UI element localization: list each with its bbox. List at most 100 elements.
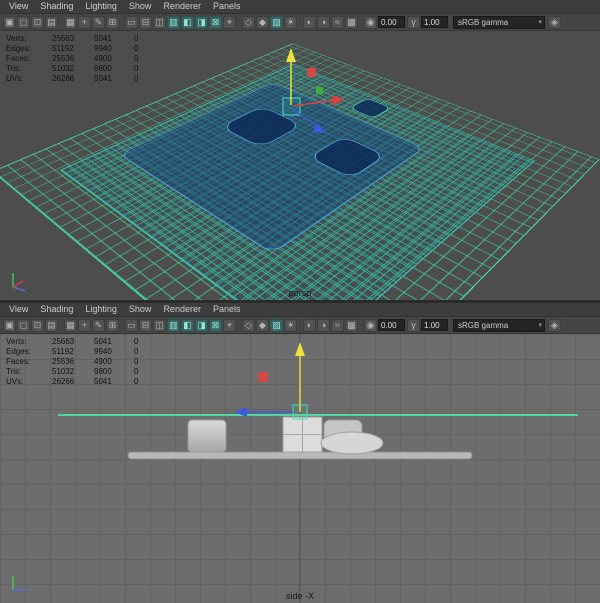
menu-shading[interactable]: Shading bbox=[34, 303, 79, 316]
menu-renderer[interactable]: Renderer bbox=[157, 303, 207, 316]
bookmarks-icon[interactable]: ▤ bbox=[45, 318, 58, 332]
move-manipulator[interactable] bbox=[234, 342, 308, 420]
exposure-input[interactable] bbox=[378, 16, 405, 28]
camera-attributes-icon[interactable]: ⊡ bbox=[31, 318, 44, 332]
green-plane-handle[interactable] bbox=[316, 87, 323, 94]
hud-total: 25536 bbox=[52, 54, 75, 63]
panel-side: View Shading Lighting Show Renderer Pane… bbox=[0, 300, 600, 603]
hud-label: Faces: bbox=[6, 357, 31, 366]
pan-zoom-2d-icon[interactable]: + bbox=[78, 15, 91, 29]
grid-toggle-icon[interactable]: ⊞ bbox=[106, 15, 119, 29]
frame-all-icon[interactable]: ⊠ bbox=[209, 15, 222, 29]
safe-title-icon[interactable]: ◨ bbox=[195, 15, 208, 29]
panel-toolbar: ▣ ◻ ⊡ ▤ ▦ + ✎ ⊞ ▭ ⊟ ◫ ▥ ◧ ◨ ⊠ ⌖ ◇ ◆ ▨ ☀ … bbox=[0, 14, 600, 31]
gate-mask-icon[interactable]: ◫ bbox=[153, 15, 166, 29]
shadows-icon[interactable]: ◐ bbox=[303, 15, 316, 29]
hud-other: 0 bbox=[134, 377, 139, 386]
hud-label: Verts: bbox=[6, 337, 27, 346]
y-axis-arrowhead[interactable] bbox=[295, 342, 305, 356]
color-management-icon[interactable]: ◈ bbox=[548, 318, 561, 332]
hud-selected: 9800 bbox=[94, 64, 112, 73]
hud-total: 51192 bbox=[52, 347, 74, 356]
poly-count-hud: Verts: 25663 5041 0 Edges: 51192 9940 0 Faces:… bbox=[6, 338, 150, 386]
safe-action-icon[interactable]: ◧ bbox=[181, 318, 194, 332]
y-axis-arrowhead[interactable] bbox=[286, 48, 296, 62]
motion-blur-icon[interactable]: ≈ bbox=[331, 318, 344, 332]
image-plane-icon[interactable]: ▦ bbox=[64, 15, 77, 29]
camera-attributes-icon[interactable]: ⊡ bbox=[31, 15, 44, 29]
camera-lock-icon[interactable]: ◻ bbox=[17, 15, 30, 29]
gate-mask-icon[interactable]: ◫ bbox=[153, 318, 166, 332]
exposure-icon[interactable]: ◉ bbox=[364, 318, 377, 332]
ambient-occlusion-icon[interactable]: ◑ bbox=[317, 15, 330, 29]
red-plane-handle[interactable] bbox=[307, 68, 316, 77]
ground-slab-object[interactable] bbox=[127, 451, 473, 460]
select-camera-icon[interactable]: ▣ bbox=[3, 318, 16, 332]
film-gate-icon[interactable]: ▭ bbox=[125, 15, 138, 29]
multisample-aa-icon[interactable]: ▩ bbox=[345, 15, 358, 29]
motion-blur-icon[interactable]: ≈ bbox=[331, 15, 344, 29]
frame-selection-icon[interactable]: ⌖ bbox=[223, 318, 236, 332]
field-chart-icon[interactable]: ▥ bbox=[167, 15, 180, 29]
hud-total: 51192 bbox=[52, 44, 74, 53]
safe-action-icon[interactable]: ◧ bbox=[181, 15, 194, 29]
use-all-lights-icon[interactable]: ☀ bbox=[284, 318, 297, 332]
menu-renderer[interactable]: Renderer bbox=[157, 0, 207, 13]
safe-title-icon[interactable]: ◨ bbox=[195, 318, 208, 332]
view-transform-select[interactable]: sRGB gamma ▾ bbox=[453, 318, 545, 332]
hud-label: Tris: bbox=[6, 64, 22, 73]
menu-show[interactable]: Show bbox=[123, 303, 158, 316]
resolution-gate-icon[interactable]: ⊟ bbox=[139, 15, 152, 29]
ambient-occlusion-icon[interactable]: ◑ bbox=[317, 318, 330, 332]
cylinder-object[interactable] bbox=[187, 419, 227, 453]
gamma-input[interactable] bbox=[421, 319, 448, 331]
wireframe-mode-icon[interactable]: ◇ bbox=[242, 15, 255, 29]
grease-pencil-icon[interactable]: ✎ bbox=[92, 318, 105, 332]
gamma-input[interactable] bbox=[421, 16, 448, 28]
exposure-input[interactable] bbox=[378, 319, 405, 331]
side-viewport[interactable]: Verts: 25663 5041 0 Edges: 51192 9940 0 Faces:… bbox=[0, 334, 600, 603]
menu-view[interactable]: View bbox=[3, 303, 34, 316]
exposure-icon[interactable]: ◉ bbox=[364, 15, 377, 29]
menu-panels[interactable]: Panels bbox=[207, 303, 247, 316]
image-plane-icon[interactable]: ▦ bbox=[64, 318, 77, 332]
hud-other: 0 bbox=[134, 34, 139, 43]
frame-all-icon[interactable]: ⊠ bbox=[209, 318, 222, 332]
textured-mode-icon[interactable]: ▨ bbox=[270, 15, 283, 29]
use-all-lights-icon[interactable]: ☀ bbox=[284, 15, 297, 29]
film-gate-icon[interactable]: ▭ bbox=[125, 318, 138, 332]
gamma-icon[interactable]: γ bbox=[407, 318, 420, 332]
wireframe-mode-icon[interactable]: ◇ bbox=[242, 318, 255, 332]
field-chart-icon[interactable]: ▥ bbox=[167, 318, 180, 332]
color-management-icon[interactable]: ◈ bbox=[548, 15, 561, 29]
perspective-viewport[interactable]: Verts: 25663 5041 0 Edges: 51192 9940 0 Faces:… bbox=[0, 31, 600, 300]
view-transform-value: sRGB gamma bbox=[458, 17, 509, 27]
gamma-icon[interactable]: γ bbox=[407, 15, 420, 29]
menu-lighting[interactable]: Lighting bbox=[79, 303, 123, 316]
x-axis-arrowhead[interactable] bbox=[332, 95, 344, 106]
hud-other: 0 bbox=[134, 74, 139, 83]
hud-other: 0 bbox=[134, 337, 139, 346]
menu-show[interactable]: Show bbox=[123, 0, 158, 13]
menu-lighting[interactable]: Lighting bbox=[79, 0, 123, 13]
view-transform-select[interactable]: sRGB gamma ▾ bbox=[453, 15, 545, 29]
grid-toggle-icon[interactable]: ⊞ bbox=[106, 318, 119, 332]
shaded-mode-icon[interactable]: ◆ bbox=[256, 318, 269, 332]
shaded-mode-icon[interactable]: ◆ bbox=[256, 15, 269, 29]
shadows-icon[interactable]: ◐ bbox=[303, 318, 316, 332]
red-plane-handle[interactable] bbox=[258, 372, 268, 382]
move-manipulator[interactable] bbox=[282, 48, 344, 133]
grease-pencil-icon[interactable]: ✎ bbox=[92, 15, 105, 29]
bookmarks-icon[interactable]: ▤ bbox=[45, 15, 58, 29]
menu-panels[interactable]: Panels bbox=[207, 0, 247, 13]
menu-shading[interactable]: Shading bbox=[34, 0, 79, 13]
camera-lock-icon[interactable]: ◻ bbox=[17, 318, 30, 332]
resolution-gate-icon[interactable]: ⊟ bbox=[139, 318, 152, 332]
sphere-object[interactable] bbox=[320, 431, 384, 455]
menu-view[interactable]: View bbox=[3, 0, 34, 13]
pan-zoom-2d-icon[interactable]: + bbox=[78, 318, 91, 332]
select-camera-icon[interactable]: ▣ bbox=[3, 15, 16, 29]
frame-selection-icon[interactable]: ⌖ bbox=[223, 15, 236, 29]
multisample-aa-icon[interactable]: ▩ bbox=[345, 318, 358, 332]
textured-mode-icon[interactable]: ▨ bbox=[270, 318, 283, 332]
